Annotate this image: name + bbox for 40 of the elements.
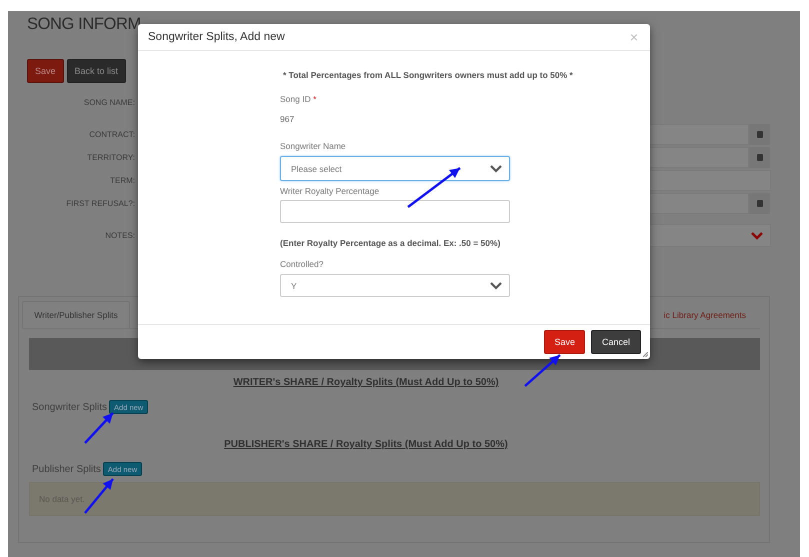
notice-text: * Total Percentages from ALL Songwriters owners must add up to 50% * [283, 70, 573, 80]
section-heading: PUBLISHER's SHARE / Royalty Splits (Must Add Up to 50%) [223, 439, 509, 451]
input-field[interactable] [280, 200, 510, 223]
chevron-icon [751, 232, 763, 240]
back-button[interactable]: Back to list [66, 59, 126, 83]
arrow [524, 354, 561, 387]
field-label: Writer Royalty Percentage [280, 185, 380, 197]
field-label: TERM: [109, 176, 135, 185]
split-label: Songwriter Splits [32, 402, 108, 412]
calendar-icon[interactable] [749, 147, 770, 168]
page-title: SONG INFORM [27, 14, 141, 35]
calendar-icon[interactable] [749, 124, 770, 145]
chevron-icon [490, 164, 502, 172]
arrow [84, 478, 114, 514]
section-heading: WRITER's SHARE / Royalty Splits (Must Add Up to 50%) [232, 377, 500, 389]
tab[interactable]: ic Library Agreements [664, 301, 760, 328]
field-label: TERRITORY: [86, 153, 135, 162]
controlled-select[interactable]: Y [280, 274, 510, 297]
song-id-value: 967 [280, 113, 296, 125]
field-label: FIRST REFUSAL?: [65, 199, 135, 208]
field-label: Songwriter Name [280, 140, 347, 152]
calendar-icon[interactable] [749, 193, 770, 214]
resize-grip-icon [643, 352, 648, 357]
tab[interactable]: Writer/Publisher Splits [22, 301, 130, 328]
arrow [407, 167, 461, 208]
field-label: CONTRACT: [88, 130, 135, 139]
arrow [84, 412, 114, 444]
songwriter-select[interactable]: Please select [280, 156, 510, 181]
field-label: SONG NAME: [82, 98, 135, 107]
save-button[interactable]: Save [544, 330, 585, 354]
field-label: Song ID * [280, 93, 318, 105]
split-label: Publisher Splits [32, 464, 101, 474]
save-button[interactable]: Save [27, 59, 64, 83]
field-label: NOTES: [104, 231, 135, 240]
hint-text: (Enter Royalty Percentage as a decimal. Ex: .50 = 50%) [280, 237, 502, 249]
chevron-icon [490, 282, 502, 290]
cancel-button[interactable]: Cancel [590, 330, 641, 354]
field-label: Controlled? [280, 258, 324, 270]
close-button[interactable]: × [628, 30, 640, 44]
modal-title: Songwriter Splits, Add new [148, 31, 285, 43]
